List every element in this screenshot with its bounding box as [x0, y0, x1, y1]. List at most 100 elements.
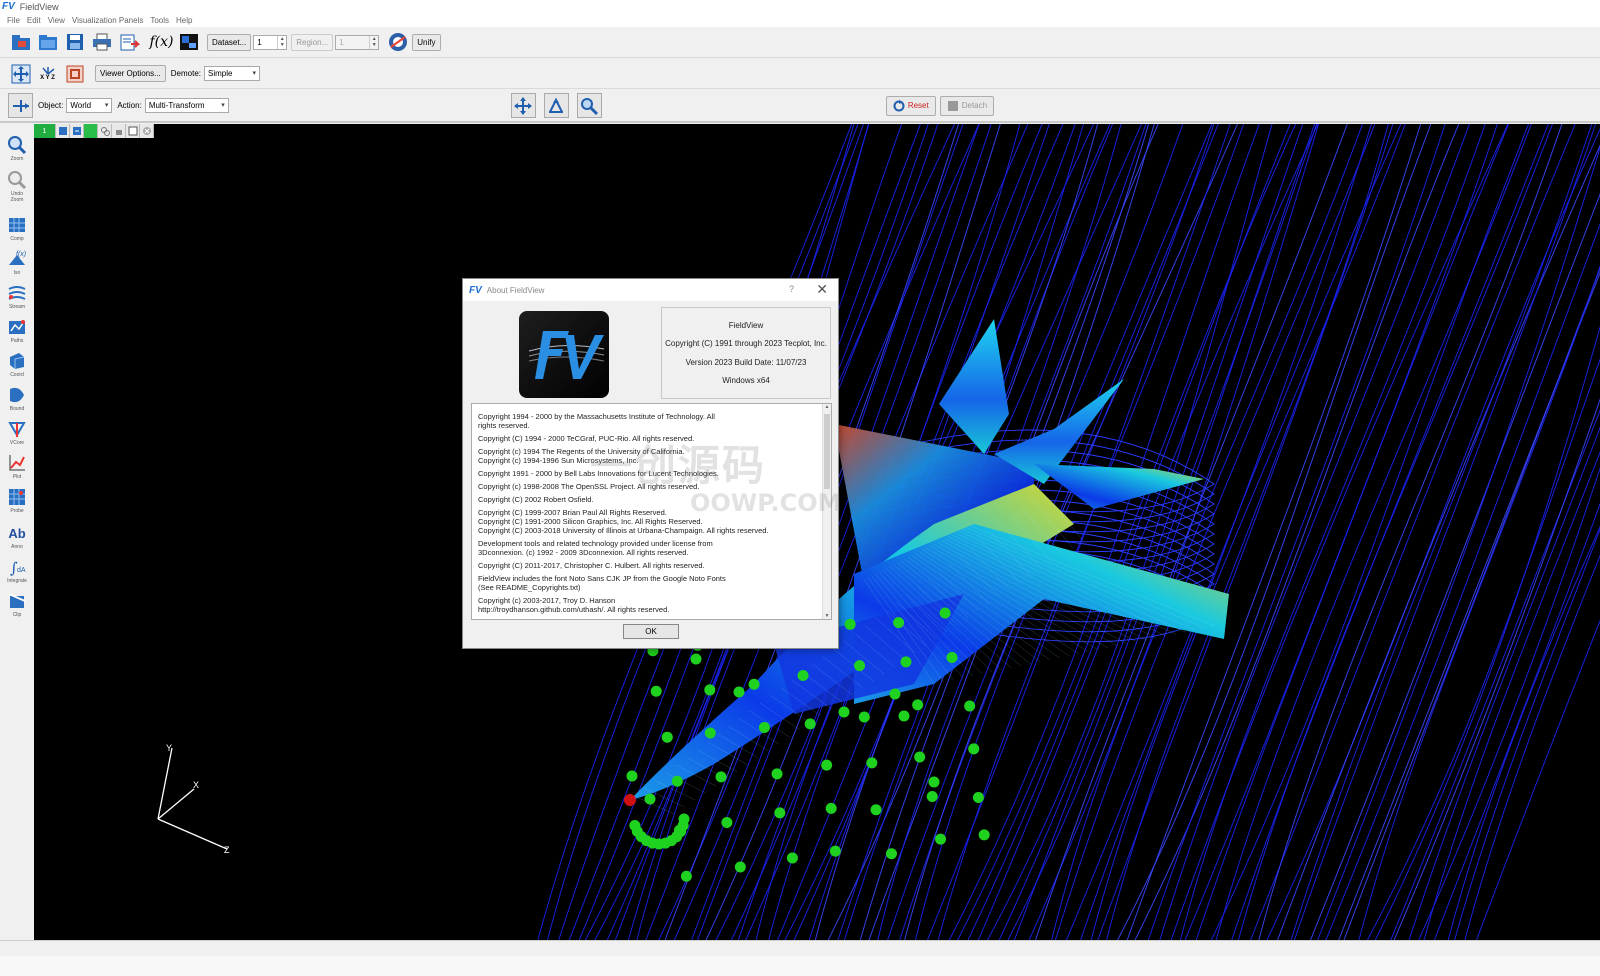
annotation-icon: Ab	[8, 525, 26, 541]
seed-point	[734, 861, 746, 873]
vortex-core-icon	[8, 422, 26, 437]
seed-point	[704, 727, 716, 739]
menu-visualization-panels[interactable]: Visualization Panels	[72, 16, 143, 25]
sidebar-tool-vcore[interactable]: VCore	[2, 418, 32, 446]
unify-button[interactable]: Unify	[412, 33, 441, 51]
fit-view-icon[interactable]	[8, 61, 33, 86]
streamline	[1184, 124, 1509, 940]
object-select[interactable]: World ▾	[66, 98, 113, 113]
sidebar-tool-comp[interactable]: Comp	[2, 214, 32, 242]
streamline	[1423, 451, 1600, 940]
copyright-text-box[interactable]: Copyright 1994 - 2000 by the Massachuset…	[471, 403, 832, 620]
seed-point	[928, 776, 940, 788]
copyright-paragraph: Copyright (c) 2003-2017, Troy D. Hanson …	[478, 596, 670, 614]
detach-button[interactable]: Detach	[939, 95, 995, 116]
viewer-green-icon[interactable]	[84, 124, 98, 138]
sidebar-tool-paths[interactable]: Paths	[2, 316, 32, 344]
sidebar-tool-probe[interactable]: Probe	[2, 486, 32, 514]
scroll-up-icon[interactable]: ▲	[823, 404, 831, 410]
viewer-window-icon[interactable]	[126, 124, 140, 138]
action-select[interactable]: Multi-Transform ▾	[144, 98, 229, 113]
zoom-icon[interactable]	[576, 93, 602, 118]
platform-line: Windows x64	[722, 376, 770, 386]
menu-tools[interactable]: Tools	[150, 16, 169, 25]
detach-icon	[947, 100, 958, 111]
copyright-scrollbar[interactable]: ▲ ▼	[822, 404, 831, 619]
seed-point	[715, 771, 727, 783]
particle-paths-icon	[9, 320, 25, 334]
viewer-tab-1[interactable]: 1	[34, 124, 56, 138]
menu-help[interactable]: Help	[176, 16, 192, 25]
seed-point	[964, 700, 976, 712]
dataset-number-field[interactable]: 1 ▲ ▼	[253, 34, 288, 50]
seed-point	[844, 618, 856, 630]
viewer-new-icon[interactable]	[56, 124, 70, 138]
seed-point	[926, 790, 938, 802]
print-icon[interactable]	[89, 30, 114, 55]
sidebar-tool-bound[interactable]: Bound	[2, 384, 32, 412]
seed-point	[854, 660, 866, 672]
sidebar-tool-zoom[interactable]: Zoom	[2, 134, 32, 162]
clip-icon	[8, 593, 26, 608]
export-icon[interactable]	[116, 30, 141, 55]
visualization-sidebar: Zoom Undo Zoom Comp f(x) Iso Stream Path…	[0, 124, 34, 940]
dialog-title: About FieldView	[486, 285, 545, 295]
viewer-lock-icon[interactable]	[112, 124, 126, 138]
colormap-icon[interactable]	[176, 30, 201, 55]
dialog-logo: FV	[469, 284, 482, 296]
scrollbar-thumb[interactable]	[824, 414, 830, 489]
unify-icon[interactable]	[385, 30, 410, 55]
seed-point	[644, 793, 656, 805]
close-icon[interactable]: ✕	[816, 281, 828, 298]
open-folder-icon[interactable]	[35, 30, 60, 55]
seed-point	[650, 685, 662, 697]
menu-edit[interactable]: Edit	[27, 16, 41, 25]
demote-select[interactable]: Simple ▾	[204, 66, 261, 81]
streamline	[1374, 325, 1600, 940]
dataset-spinner[interactable]: ▲ ▼	[277, 35, 286, 49]
sidebar-tool-undo-zoom[interactable]: Undo Zoom	[2, 169, 32, 203]
sidebar-tool-anno[interactable]: Ab Anno	[2, 522, 32, 551]
viewer-tab-strip: 1	[34, 124, 154, 138]
rotate-icon[interactable]	[543, 93, 569, 118]
sidebar-tool-coord[interactable]: Coord	[2, 350, 32, 378]
seed-point	[690, 653, 702, 665]
help-icon[interactable]: ?	[789, 284, 794, 294]
viewer-close-icon[interactable]	[140, 124, 154, 138]
streamline	[1147, 124, 1446, 940]
sidebar-tool-iso[interactable]: f(x) Iso	[2, 248, 32, 276]
region-button[interactable]: Region...	[291, 33, 334, 51]
streamline	[1065, 124, 1402, 940]
svg-text:f(x): f(x)	[16, 251, 26, 258]
about-dialog-titlebar: FV About FieldView ? ✕	[463, 279, 838, 301]
coordinate-surface-icon	[10, 353, 25, 369]
sidebar-tool-integrate[interactable]: ∫ dA Integrate	[2, 556, 32, 584]
iso-surface-icon: f(x)	[9, 251, 26, 265]
dataset-button[interactable]: Dataset...	[207, 33, 252, 51]
seed-point	[898, 710, 910, 722]
save-icon[interactable]	[62, 30, 87, 55]
seed-point	[893, 617, 905, 629]
translate-icon[interactable]	[510, 93, 536, 118]
menu-view[interactable]: View	[48, 16, 65, 25]
scroll-down-icon[interactable]: ▼	[823, 613, 831, 619]
window-bottom-edge	[0, 956, 1600, 976]
menu-file[interactable]: File	[7, 16, 20, 25]
sidebar-tool-stream[interactable]: Stream	[2, 282, 32, 310]
ok-button[interactable]: OK	[623, 624, 679, 639]
viewer-options-button[interactable]: Viewer Options...	[95, 65, 166, 82]
sidebar-tool-clip[interactable]: Clip	[2, 590, 32, 618]
reset-button[interactable]: Reset	[885, 95, 936, 116]
streamline	[1090, 124, 1406, 940]
sidebar-tool-plot[interactable]: Plot	[2, 452, 32, 480]
function-button[interactable]: f(x)	[149, 30, 174, 55]
region-spinner[interactable]: ▲ ▼	[369, 35, 378, 49]
open-data-icon[interactable]	[8, 30, 33, 55]
viewer-copy-icon[interactable]	[70, 124, 84, 138]
transform-mode-icon[interactable]	[8, 93, 33, 118]
axis-z-label: Z	[224, 845, 230, 855]
region-number-field[interactable]: 1 ▲ ▼	[335, 34, 380, 50]
xyz-axes-button[interactable]: X Y Z	[35, 61, 60, 86]
viewer-link-icon[interactable]	[98, 124, 112, 138]
bounding-box-icon[interactable]	[62, 61, 87, 86]
